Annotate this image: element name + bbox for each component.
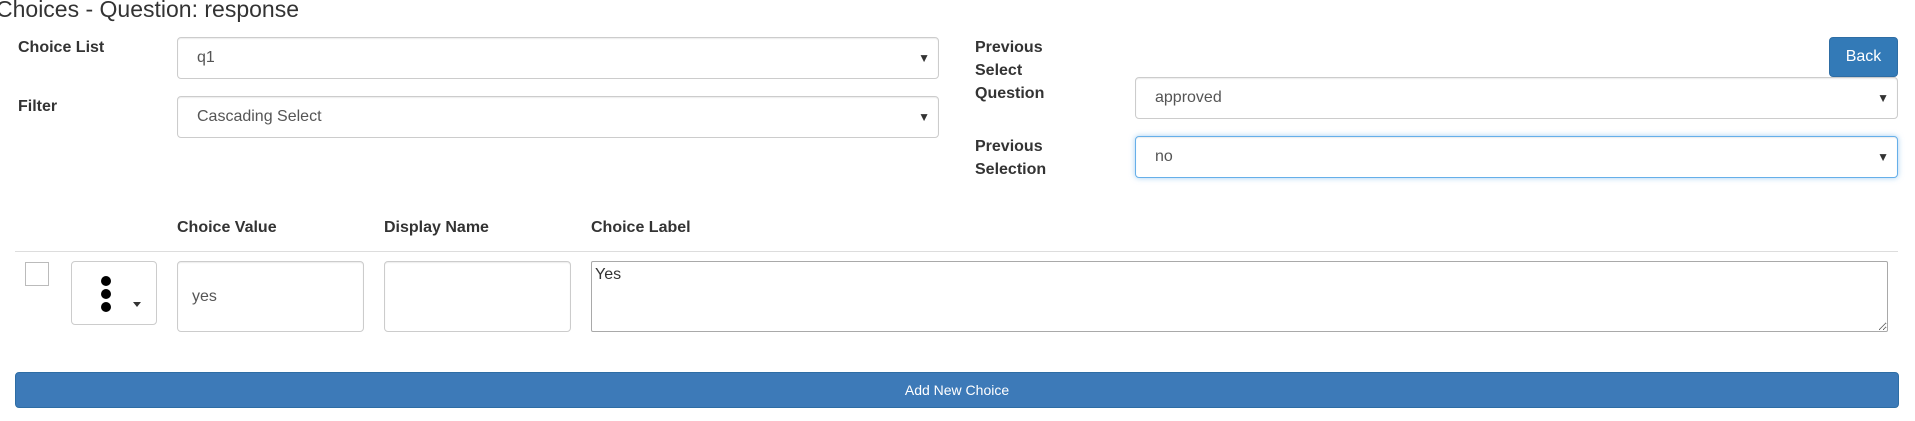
previous-selection-select[interactable]: no ▼ bbox=[1135, 136, 1898, 178]
row-menu-button[interactable] bbox=[71, 261, 157, 325]
chevron-down-icon: ▼ bbox=[1877, 91, 1889, 105]
column-header-choice-label: Choice Label bbox=[591, 219, 691, 236]
display-name-input[interactable] bbox=[384, 261, 571, 332]
choice-value-input[interactable] bbox=[177, 261, 364, 332]
filter-select[interactable]: Cascading Select ▼ bbox=[177, 96, 939, 138]
table-header-divider bbox=[15, 251, 1898, 252]
previous-selection-value: no bbox=[1155, 148, 1173, 165]
choice-list-value: q1 bbox=[197, 49, 215, 66]
chevron-down-icon: ▼ bbox=[918, 51, 930, 65]
previous-select-question-select[interactable]: approved ▼ bbox=[1135, 77, 1898, 119]
row-select-checkbox[interactable] bbox=[25, 262, 49, 286]
caret-down-icon bbox=[133, 302, 141, 307]
choice-list-select[interactable]: q1 ▼ bbox=[177, 37, 939, 79]
choice-label-textarea[interactable]: Yes bbox=[591, 261, 1888, 332]
column-header-choice-value: Choice Value bbox=[177, 219, 277, 236]
add-new-choice-button[interactable]: Add New Choice bbox=[15, 372, 1899, 408]
choice-list-label: Choice List bbox=[18, 39, 105, 56]
previous-select-question-value: approved bbox=[1155, 89, 1222, 106]
page-title: Choices - Question: response bbox=[0, 0, 299, 22]
chevron-down-icon: ▼ bbox=[918, 110, 930, 124]
back-button[interactable]: Back bbox=[1829, 37, 1898, 77]
previous-selection-label: Previous Selection bbox=[975, 138, 1047, 178]
previous-select-question-label: Previous Select Question bbox=[975, 39, 1045, 102]
filter-label: Filter bbox=[18, 98, 58, 115]
filter-value: Cascading Select bbox=[197, 108, 322, 125]
column-header-display-name: Display Name bbox=[384, 219, 489, 236]
chevron-down-icon: ▼ bbox=[1877, 150, 1889, 164]
